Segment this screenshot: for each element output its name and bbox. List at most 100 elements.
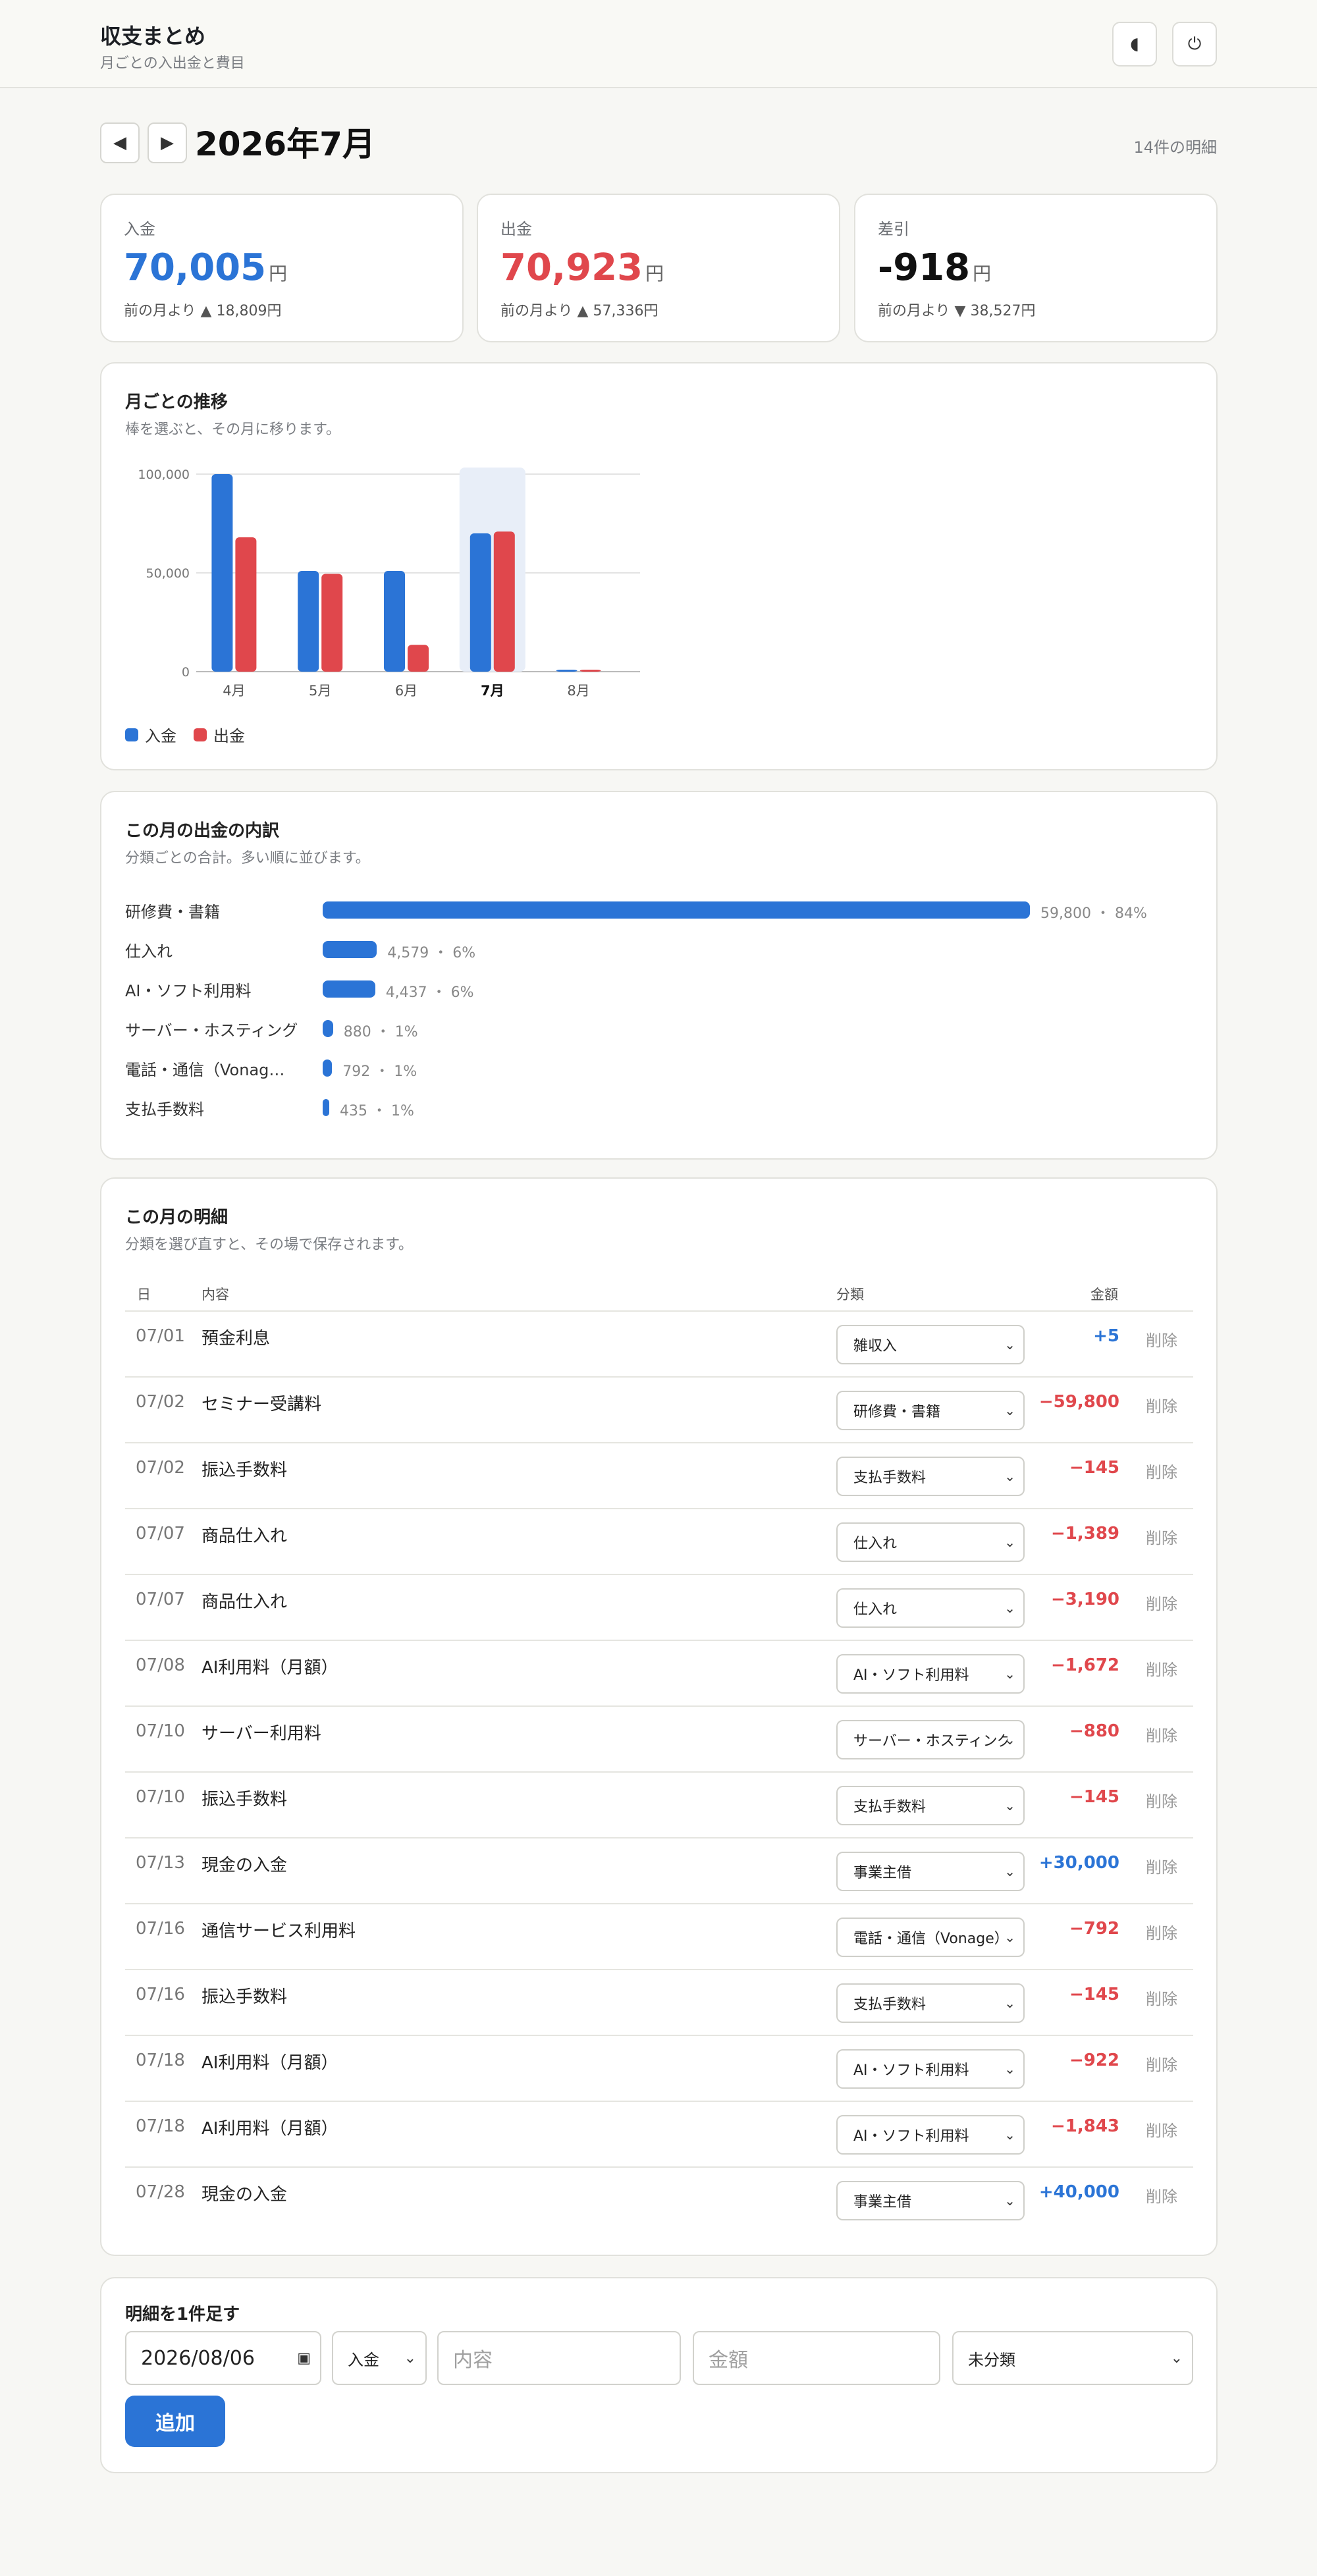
app-subtitle: 月ごとの入出金と費目	[100, 55, 245, 72]
category-select[interactable]: 未分類 ⌄	[952, 2331, 1193, 2385]
row-delete-button[interactable]: 削除	[1146, 1459, 1177, 1482]
logout-button[interactable]: ⏻	[1172, 22, 1217, 67]
row-delete-button[interactable]: 削除	[1146, 1854, 1177, 1877]
row-category-select[interactable]: サーバー・ホスティング ⌄	[836, 1720, 1025, 1759]
row-category-select[interactable]: 仕入れ ⌄	[836, 1522, 1025, 1562]
breakdown-row: 研修費・書籍 59,800 ・ 84%	[125, 896, 1192, 923]
bar-income[interactable]	[556, 670, 578, 672]
legend-income: 入金	[125, 723, 176, 746]
row-delete-button[interactable]: 削除	[1146, 1986, 1177, 2009]
x-tick-label[interactable]: 6月	[395, 683, 417, 699]
bar-income[interactable]	[211, 474, 233, 672]
theme-toggle-button[interactable]: ◖	[1112, 22, 1157, 67]
row-delete-button[interactable]: 削除	[1146, 1393, 1177, 1416]
row-amount: −145	[1069, 1985, 1119, 2004]
row-category-select[interactable]: 支払手数料 ⌄	[836, 1457, 1025, 1496]
legend-expense-swatch	[194, 728, 207, 741]
breakdown-row: 支払手数料 435 ・ 1%	[125, 1094, 1192, 1120]
row-delete-button[interactable]: 削除	[1146, 1591, 1177, 1614]
balance-unit: 円	[973, 263, 992, 284]
row-category-value: 支払手数料	[853, 1799, 927, 1815]
row-delete-button[interactable]: 削除	[1146, 1328, 1177, 1351]
row-category-select[interactable]: 仕入れ ⌄	[836, 1588, 1025, 1628]
row-category-value: 支払手数料	[853, 1470, 927, 1486]
x-tick-label[interactable]: 7月	[481, 683, 504, 699]
half-moon-icon: ◖	[1130, 34, 1139, 54]
row-amount: −1,389	[1050, 1524, 1119, 1543]
row-category-select[interactable]: 支払手数料 ⌄	[836, 1983, 1025, 2023]
add-entry-card: 明細を1件足す 2026/08/06 ▣ 入金 ⌄ 内容 金額 未分類 ⌄ 追加	[100, 2277, 1218, 2473]
date-input[interactable]: 2026/08/06 ▣	[125, 2331, 321, 2385]
x-tick-label[interactable]: 8月	[567, 683, 589, 699]
row-amount: +5	[1093, 1326, 1119, 1346]
table-row: 07/10 振込手数料 支払手数料 ⌄ −145 削除	[125, 1771, 1193, 1837]
row-amount: −1,843	[1050, 2116, 1119, 2136]
type-select[interactable]: 入金 ⌄	[332, 2331, 427, 2385]
chevron-down-icon: ⌄	[1004, 1468, 1015, 1484]
next-month-button[interactable]: ▶	[148, 122, 187, 163]
chevron-down-icon: ⌄	[1004, 1403, 1015, 1418]
row-category-select[interactable]: AI・ソフト利用料 ⌄	[836, 1654, 1025, 1694]
row-date: 07/28	[136, 2182, 185, 2202]
prev-month-button[interactable]: ◀	[100, 122, 140, 163]
row-delete-button[interactable]: 削除	[1146, 2184, 1177, 2207]
table-row: 07/16 通信サービス利用料 電話・通信（Vonage） ⌄ −792 削除	[125, 1903, 1193, 1969]
ledger-card: この月の明細 分類を選び直すと、その場で保存されます。 日 内容 分類 金額 0…	[100, 1177, 1218, 2256]
row-category-select[interactable]: AI・ソフト利用料 ⌄	[836, 2049, 1025, 2089]
row-delete-button[interactable]: 削除	[1146, 1525, 1177, 1548]
app-header: 収支まとめ 月ごとの入出金と費目 ◖ ⏻	[0, 0, 1317, 88]
trend-chart[interactable]: 0 50,000 100,000 4月 5月 6月 7月 8月	[101, 363, 1219, 719]
triangle-left-icon: ◀	[113, 133, 126, 153]
desc-input[interactable]: 内容	[437, 2331, 681, 2385]
type-value: 入金	[348, 2350, 379, 2369]
row-category-select[interactable]: 事業主借 ⌄	[836, 1852, 1025, 1891]
row-category-value: 研修費・書籍	[853, 1404, 941, 1420]
row-amount: −880	[1069, 1721, 1119, 1741]
row-delete-button[interactable]: 削除	[1146, 1920, 1177, 1943]
chevron-down-icon: ⌄	[1004, 2127, 1015, 2143]
bar-expense[interactable]	[321, 574, 343, 672]
row-category-select[interactable]: AI・ソフト利用料 ⌄	[836, 2115, 1025, 2155]
row-delete-button[interactable]: 削除	[1146, 2118, 1177, 2141]
bar-income[interactable]	[384, 571, 405, 672]
x-tick-label[interactable]: 5月	[309, 683, 331, 699]
row-category-select[interactable]: 雑収入 ⌄	[836, 1325, 1025, 1364]
bar-income[interactable]	[470, 533, 491, 672]
row-amount: −145	[1069, 1787, 1119, 1807]
chevron-down-icon: ⌄	[1004, 2061, 1015, 2077]
breakdown-subtitle: 分類ごとの合計。多い順に並びます。	[125, 850, 370, 867]
bar-expense[interactable]	[408, 645, 429, 672]
row-amount: −145	[1069, 1458, 1119, 1478]
expense-value: 70,923 円	[500, 245, 664, 297]
selected-month-highlight	[459, 468, 525, 672]
row-delete-button[interactable]: 削除	[1146, 1657, 1177, 1680]
breakdown-value: 4,579 ・ 6%	[387, 945, 476, 961]
table-row: 07/02 セミナー受講料 研修費・書籍 ⌄ −59,800 削除	[125, 1376, 1193, 1442]
row-amount: +40,000	[1038, 2182, 1119, 2202]
x-tick-label[interactable]: 4月	[223, 683, 245, 699]
trend-card: 月ごとの推移 棒を選ぶと、その月に移ります。 0 50,000 100,000 4月 5…	[100, 362, 1218, 770]
row-delete-button[interactable]: 削除	[1146, 2052, 1177, 2075]
add-button[interactable]: 追加	[125, 2396, 225, 2447]
chart-legend: 入金 出金	[125, 723, 245, 746]
row-delete-button[interactable]: 削除	[1146, 1788, 1177, 1811]
bar-expense[interactable]	[579, 670, 601, 672]
income-unit: 円	[269, 263, 288, 284]
chevron-down-icon: ⌄	[1004, 1798, 1015, 1813]
amount-input[interactable]: 金額	[693, 2331, 940, 2385]
balance-card: 差引 -918 円 前の月より ▼ 38,527円	[854, 194, 1218, 342]
bar-income[interactable]	[298, 571, 319, 672]
row-category-value: 雑収入	[853, 1338, 898, 1355]
income-delta: 前の月より ▲ 18,809円	[124, 303, 282, 319]
row-category-select[interactable]: 研修費・書籍 ⌄	[836, 1391, 1025, 1430]
row-category-select[interactable]: 電話・通信（Vonage） ⌄	[836, 1918, 1025, 1957]
desc-placeholder: 内容	[453, 2349, 493, 2372]
row-delete-button[interactable]: 削除	[1146, 1723, 1177, 1746]
bar-expense[interactable]	[235, 537, 257, 672]
calendar-icon[interactable]: ▣	[297, 2350, 311, 2367]
current-month-title: 2026年7月	[195, 125, 375, 163]
breakdown-label: 研修費・書籍	[125, 903, 220, 921]
row-category-select[interactable]: 支払手数料 ⌄	[836, 1786, 1025, 1825]
bar-expense[interactable]	[493, 531, 515, 672]
row-category-select[interactable]: 事業主借 ⌄	[836, 2181, 1025, 2220]
